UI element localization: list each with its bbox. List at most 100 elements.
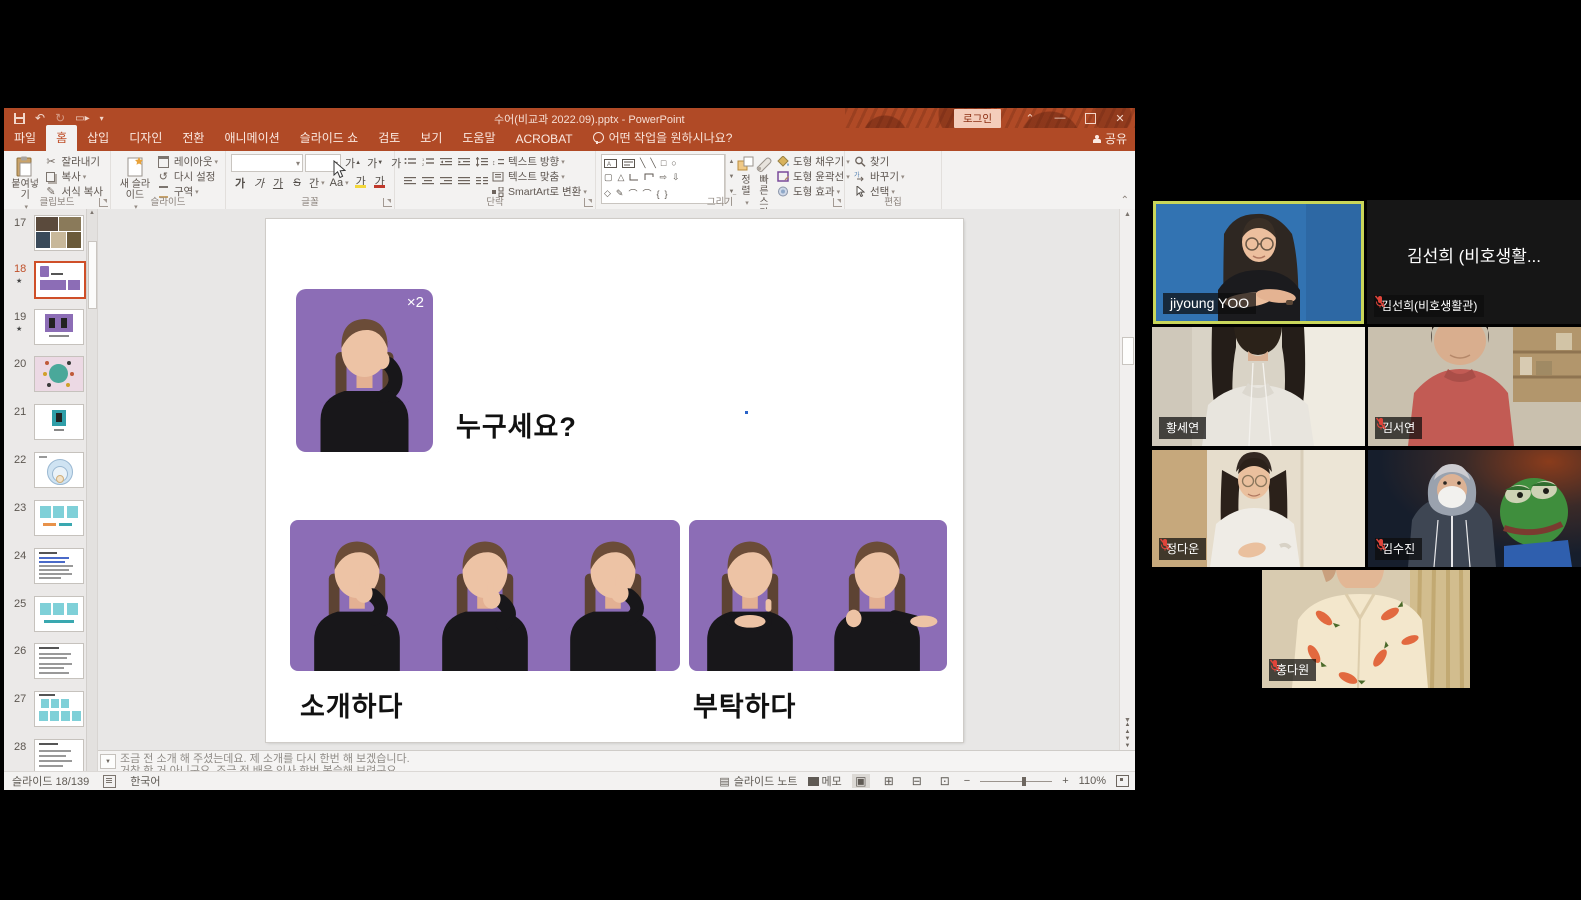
replace-button[interactable]: 가바꾸기▾ (850, 169, 907, 184)
slide-scrollbar[interactable]: ▲ ▼ ▲▲▼▼ (1119, 209, 1135, 750)
thumbnail-row-27[interactable]: 27 (4, 691, 97, 737)
drawing-dialog-launcher[interactable] (833, 198, 842, 207)
thumbnail-scroll-thumb[interactable] (88, 241, 97, 309)
tab-animations[interactable]: 애니메이션 (214, 125, 289, 151)
next-slide-icon[interactable]: ▼▼ (1125, 736, 1131, 749)
proofing-icon[interactable] (103, 775, 116, 788)
decrease-indent-icon[interactable] (438, 155, 453, 168)
previous-slide-icon[interactable]: ▲▲ (1125, 722, 1131, 735)
align-center-icon[interactable] (420, 174, 435, 187)
share-button[interactable]: 공유 (1093, 130, 1127, 147)
scroll-up-icon[interactable]: ▲ (1120, 211, 1135, 218)
qat-customize-icon[interactable]: ▾ (100, 114, 104, 123)
tab-acrobat[interactable]: ACROBAT (506, 128, 583, 151)
memo-toggle-button[interactable]: 메모 (808, 773, 842, 789)
minimize-button[interactable]: — (1045, 108, 1075, 128)
zoom-out-button[interactable]: − (964, 775, 970, 787)
bullets-icon[interactable] (402, 155, 417, 168)
font-dialog-launcher[interactable] (383, 198, 392, 207)
bold-button[interactable]: 가 (231, 175, 249, 191)
thumb-scroll-up-icon[interactable]: ▲ (87, 210, 97, 216)
thumbnail-preview-21[interactable] (34, 404, 84, 440)
video-tile-kimsunhee[interactable]: 김선희 (비호생활... 김선희(비호생활관) (1367, 200, 1581, 324)
save-icon[interactable] (14, 113, 25, 124)
login-button[interactable]: 로그인 (954, 109, 1001, 128)
thumbnail-preview-17[interactable] (34, 215, 84, 251)
word-introduce[interactable]: 소개하다 (300, 685, 403, 724)
redo-icon[interactable]: ↻ (55, 111, 65, 125)
scroll-thumb[interactable] (1122, 337, 1134, 365)
paragraph-dialog-launcher[interactable] (584, 198, 593, 207)
tab-home[interactable]: 홈 (46, 125, 77, 151)
thumbnail-preview-18[interactable] (34, 261, 86, 299)
sign-image-question[interactable]: ×2 (296, 289, 433, 452)
tab-slideshow[interactable]: 슬라이드 쇼 (290, 125, 369, 151)
video-tile-jiyoung[interactable]: jiyoung YOO (1153, 201, 1364, 324)
zoom-slider-knob[interactable] (1022, 777, 1026, 786)
char-spacing-button[interactable]: 간▾ (307, 175, 327, 191)
reading-view-button[interactable]: ⊟ (908, 774, 926, 788)
tab-design[interactable]: 디자인 (119, 125, 172, 151)
video-tile-hwangseyeon[interactable]: 황세연 (1152, 327, 1365, 446)
undo-icon[interactable]: ↶ (35, 111, 45, 125)
underline-button[interactable]: 가 (269, 175, 287, 191)
normal-view-button[interactable]: ▣ (852, 774, 870, 788)
justify-icon[interactable] (456, 174, 471, 187)
sign-image-request[interactable] (689, 520, 947, 671)
clipboard-dialog-launcher[interactable] (99, 198, 108, 207)
thumbnail-row-22[interactable]: 22 (4, 452, 97, 498)
numbering-icon[interactable]: 12 (420, 155, 435, 168)
thumbnail-row-25[interactable]: 25 (4, 596, 97, 642)
thumbnail-preview-25[interactable] (34, 596, 84, 632)
tab-review[interactable]: 검토 (368, 125, 410, 151)
restore-button[interactable] (1075, 108, 1105, 128)
thumbnail-preview-19[interactable] (34, 309, 84, 345)
slide-edit-area[interactable]: ×2 누구세요? (98, 209, 1135, 750)
thumbnail-row-18[interactable]: 18 ★ (4, 261, 97, 307)
highlight-color-button[interactable]: 가 (352, 175, 370, 191)
tab-transitions[interactable]: 전환 (172, 125, 214, 151)
close-button[interactable]: ✕ (1105, 108, 1135, 128)
ribbon-display-options-icon[interactable]: ⌃ (1015, 108, 1045, 128)
thumbnail-row-17[interactable]: 17 (4, 215, 97, 261)
shape-fill-button[interactable]: 도형 채우기▾ (773, 154, 852, 169)
layout-button[interactable]: 레이아웃▾ (154, 154, 220, 169)
video-tile-kimseoyeon[interactable]: 김서연 (1368, 327, 1581, 446)
thumbnail-preview-28[interactable] (34, 739, 84, 771)
thumbnail-row-21[interactable]: 21 (4, 404, 97, 450)
shrink-font-button[interactable]: 가▼ (365, 155, 385, 171)
align-text-button[interactable]: 텍스트 맞춤▾ (488, 169, 589, 184)
slideshow-view-button[interactable]: ⊡ (936, 774, 954, 788)
thumbnail-row-23[interactable]: 23 (4, 500, 97, 546)
thumbnail-preview-20[interactable] (34, 356, 84, 392)
slide-nav-buttons[interactable]: ▲▲▼▼ (1120, 722, 1135, 750)
notes-collapse-icon[interactable]: ▼ (100, 754, 116, 769)
language-indicator[interactable]: 한국어 (130, 773, 160, 789)
grow-font-button[interactable]: 가▲ (343, 155, 363, 171)
align-right-icon[interactable] (438, 174, 453, 187)
video-tile-kimsujin[interactable]: 김수진 (1368, 450, 1581, 567)
slide-sorter-view-button[interactable]: ⊞ (880, 774, 898, 788)
thumbnail-row-28[interactable]: 28 (4, 739, 97, 771)
notes-text[interactable]: 조금 전 소개 해 주셨는데요. 제 소개를 다시 한번 해 보겠습니다. 거창… (120, 753, 410, 772)
tab-view[interactable]: 보기 (410, 125, 452, 151)
align-left-icon[interactable] (402, 174, 417, 187)
word-request[interactable]: 부탁하다 (693, 685, 796, 724)
tab-insert[interactable]: 삽입 (77, 125, 119, 151)
thumbnail-scrollbar[interactable]: ▲ (86, 209, 97, 771)
copy-button[interactable]: 복사▾ (41, 169, 105, 184)
zoom-level[interactable]: 110% (1079, 775, 1106, 787)
strikethrough-button[interactable]: S (288, 175, 306, 191)
thumbnail-preview-27[interactable] (34, 691, 84, 727)
increase-indent-icon[interactable] (456, 155, 471, 168)
video-tile-hongdawon[interactable]: 홍다원 (1262, 570, 1470, 688)
fit-slide-button[interactable] (1116, 775, 1129, 787)
thumbnail-preview-24[interactable] (34, 548, 84, 584)
notes-toggle-button[interactable]: ▤슬라이드 노트 (719, 773, 797, 789)
notes-pane[interactable]: ▼ 조금 전 소개 해 주셨는데요. 제 소개를 다시 한번 해 보겠습니다. … (98, 750, 1135, 772)
reset-button[interactable]: ↺다시 설정 (154, 169, 220, 184)
thumbnail-preview-23[interactable] (34, 500, 84, 536)
start-slideshow-icon[interactable]: ▭▸ (75, 113, 89, 124)
tell-me-box[interactable]: 어떤 작업을 원하시나요? (583, 125, 743, 151)
thumbnail-row-24[interactable]: 24 (4, 548, 97, 594)
